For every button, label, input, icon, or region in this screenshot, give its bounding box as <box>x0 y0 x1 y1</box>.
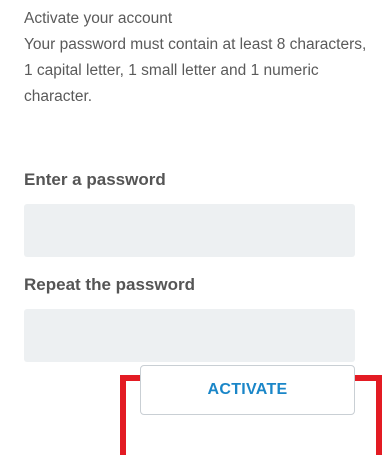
intro-text: Activate your account Your password must… <box>24 6 374 110</box>
repeat-password-label: Repeat the password <box>24 275 195 294</box>
activate-heading: Activate your account <box>24 10 173 27</box>
activate-button[interactable]: ACTIVATE <box>140 365 355 415</box>
password-label: Enter a password <box>24 170 166 189</box>
password-input[interactable] <box>24 204 355 257</box>
repeat-password-input[interactable] <box>24 309 355 362</box>
password-requirements: Your password must contain at least 8 ch… <box>24 36 367 105</box>
